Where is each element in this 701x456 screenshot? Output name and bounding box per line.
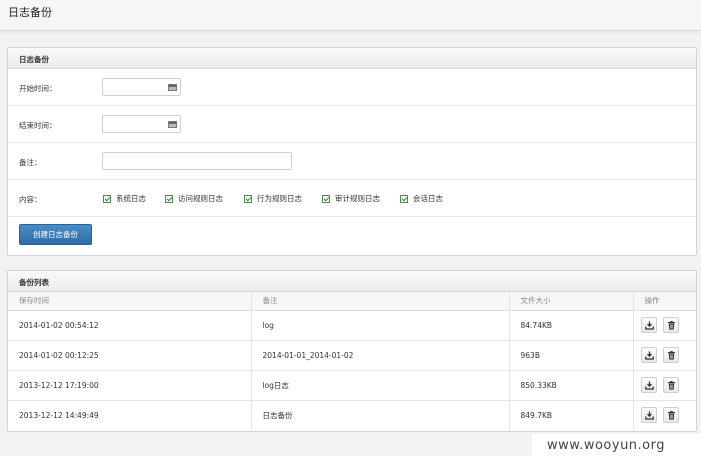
- checkbox-checked-icon[interactable]: [322, 194, 330, 203]
- cell-time: 2013-12-12 14:49:49: [19, 410, 99, 420]
- content-label: 内容：: [19, 195, 42, 204]
- download-icon: [644, 381, 654, 390]
- column-header: 文件大小: [508, 292, 633, 311]
- backup-form-panel: 日志备份 开始时间： 结束时间： 备注： 内容： 系统日志 访问规则日志 行为规…: [7, 47, 697, 256]
- table-row: 2013-12-12 14:49:49 日志备份 849.7KB: [8, 400, 696, 430]
- note-input[interactable]: [102, 152, 292, 170]
- trash-icon: [667, 411, 675, 420]
- checkbox-checked-icon[interactable]: [400, 194, 408, 203]
- table-row: 2013-12-12 17:19:00 log日志 850.33KB: [8, 370, 696, 401]
- form-panel-title: 日志备份: [8, 48, 696, 69]
- checkbox-label: 会话日志: [413, 194, 443, 203]
- table-row: 2014-01-02 00:12:25 2014-01-01_2014-01-0…: [8, 340, 696, 371]
- cell-note: 2014-01-01_2014-01-02: [250, 340, 509, 371]
- note-label: 备注：: [19, 158, 42, 167]
- submit-row: 创建日志备份: [8, 217, 696, 254]
- download-button[interactable]: [640, 347, 657, 363]
- cell-time: 2013-12-12 17:19:00: [8, 370, 251, 401]
- start-time-input[interactable]: [102, 78, 181, 96]
- cell-actions: [632, 310, 696, 341]
- download-icon: [644, 321, 654, 330]
- cell-note: log日志: [250, 370, 509, 401]
- checkbox-session-log[interactable]: 会话日志: [400, 193, 443, 204]
- backup-list-panel: 备份列表 保存时间 备注 文件大小 操作 2014-01-02 00:54:12…: [7, 270, 697, 432]
- cell-time: 2014-01-02 00:54:12: [8, 310, 251, 341]
- download-button[interactable]: [640, 317, 657, 333]
- checkbox-behavior-rule-log[interactable]: 行为规则日志: [244, 193, 302, 204]
- delete-button[interactable]: [662, 347, 679, 363]
- delete-button[interactable]: [662, 377, 679, 393]
- checkbox-label: 审计规则日志: [335, 194, 380, 203]
- cell-actions: [632, 340, 696, 371]
- checkbox-label: 系统日志: [116, 194, 146, 203]
- checkbox-access-rule-log[interactable]: 访问规则日志: [165, 193, 223, 204]
- cell-time: 2014-01-02 00:12:25: [8, 340, 251, 371]
- delete-button[interactable]: [662, 317, 679, 333]
- delete-button[interactable]: [662, 407, 679, 424]
- cell-note: log: [250, 310, 509, 341]
- cell-size: 849.7KB: [508, 400, 633, 430]
- cell-actions: [632, 400, 696, 430]
- checkbox-checked-icon[interactable]: [103, 194, 111, 203]
- checkbox-system-log[interactable]: 系统日志: [103, 193, 146, 204]
- download-button[interactable]: [640, 407, 657, 424]
- download-icon: [644, 351, 654, 360]
- table-header-row: 保存时间 备注 文件大小 操作: [8, 292, 696, 311]
- checkbox-audit-rule-log[interactable]: 审计规则日志: [322, 193, 380, 204]
- start-time-row: 开始时间：: [8, 69, 696, 106]
- trash-icon: [667, 381, 675, 390]
- cell-size: 84.74KB: [508, 310, 633, 341]
- trash-icon: [667, 321, 675, 330]
- calendar-icon[interactable]: [168, 121, 177, 128]
- trash-icon: [667, 351, 675, 360]
- table-row: 2014-01-02 00:54:12 log 84.74KB: [8, 310, 696, 341]
- calendar-icon[interactable]: [168, 84, 177, 91]
- cell-size: 850.33KB: [508, 370, 633, 401]
- page-header: 日志备份: [0, 0, 701, 31]
- cell-size: 963B: [508, 340, 633, 371]
- column-header: 保存时间: [8, 292, 251, 311]
- column-header: 备注: [250, 292, 509, 311]
- column-header: 操作: [632, 292, 696, 311]
- download-button[interactable]: [640, 377, 657, 393]
- content-row: 内容： 系统日志 访问规则日志 行为规则日志 审计规则日志 会话日志: [8, 180, 696, 217]
- checkbox-label: 行为规则日志: [257, 194, 302, 203]
- watermark: www.wooyun.org: [532, 434, 701, 456]
- end-time-input[interactable]: [102, 115, 181, 133]
- note-row: 备注：: [8, 143, 696, 180]
- create-backup-button[interactable]: 创建日志备份: [19, 224, 92, 245]
- cell-actions: [632, 370, 696, 401]
- end-time-row: 结束时间：: [8, 106, 696, 143]
- checkbox-checked-icon[interactable]: [165, 194, 173, 203]
- backup-table: 保存时间 备注 文件大小 操作 2014-01-02 00:54:12 log …: [8, 292, 696, 430]
- list-panel-title: 备份列表: [8, 271, 696, 292]
- end-time-label: 结束时间：: [19, 121, 57, 130]
- checkbox-checked-icon[interactable]: [244, 194, 252, 203]
- page-title: 日志备份: [8, 6, 52, 19]
- start-time-label: 开始时间：: [19, 84, 57, 93]
- cell-note: 日志备份: [250, 400, 509, 430]
- checkbox-label: 访问规则日志: [178, 194, 223, 203]
- download-icon: [644, 411, 654, 420]
